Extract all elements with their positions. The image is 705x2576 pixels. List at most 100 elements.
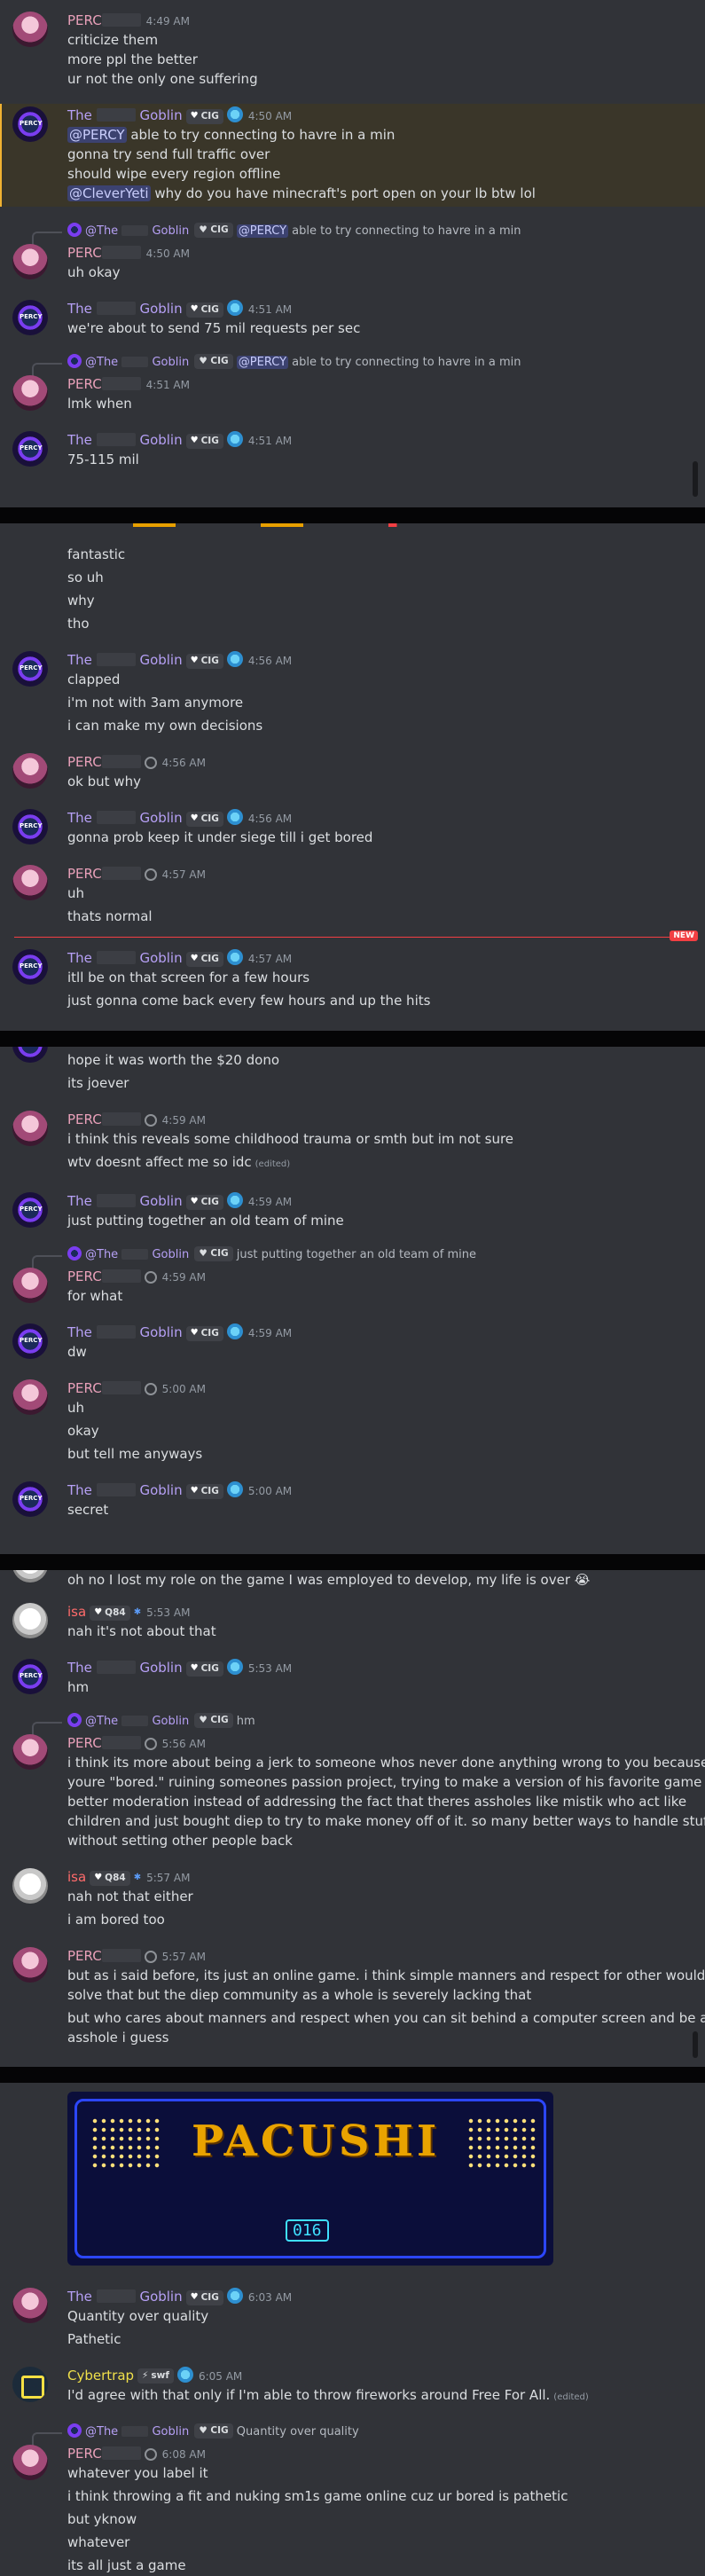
badge-icon[interactable] [226,431,243,447]
avatar[interactable] [12,1947,48,1983]
chat-panel-3[interactable]: hope it was worth the $20 dono its joeve… [0,1047,705,1554]
message-text: so uh [67,569,104,585]
avatar[interactable] [12,1481,48,1517]
guild-tag[interactable]: ♥ CIG [185,433,223,449]
message-text: okay [67,1423,99,1439]
guild-tag[interactable]: ♥ CIG [185,811,223,827]
message-text: we're about to send 75 mil requests per … [67,320,361,336]
guild-tag[interactable]: ♥ CIG [185,2289,223,2305]
badge-icon[interactable] [226,949,243,965]
avatar[interactable] [12,106,48,142]
chat-panel-5[interactable]: PACUSHI 016 The Goblin ♥ CIG 6:03 AM Quanti… [0,2083,705,2576]
message-group: PERC 4:56 AM ok but why [0,750,705,791]
badge-icon[interactable] [226,300,243,316]
username[interactable]: PERC [67,12,141,28]
avatar[interactable] [12,2288,48,2323]
guild-tag[interactable]: ♥ CIG [185,653,223,669]
avatar[interactable] [12,300,48,335]
avatar[interactable] [12,244,48,279]
username[interactable]: PERC [67,754,141,770]
username[interactable]: PERC [67,1735,141,1751]
chat-panel-2[interactable]: fantastic so uh why tho The Goblin♥CIG4:… [0,523,705,1031]
avatar[interactable] [12,865,48,900]
reply-preview[interactable]: @The Goblin ♥ CIG just putting together … [0,1245,705,1269]
message-group: The Goblin♥CIG 4:56 AM gonna prob keep it… [0,806,705,847]
reply-preview[interactable]: @The Goblin ♥ CIG @PERCY able to try con… [0,222,705,246]
badge-icon[interactable] [226,1659,243,1675]
username[interactable]: PERC [67,2446,141,2462]
reply-preview[interactable]: @The Goblin ♥ CIG @PERCY able to try con… [0,353,705,377]
avatar[interactable] [12,949,48,985]
guild-tag[interactable]: ♥ CIG [185,108,223,124]
mention[interactable]: @CleverYeti [67,185,151,201]
username[interactable]: PERC [67,1268,141,1284]
message-text: but who cares about manners and respect … [67,2010,705,2026]
guild-tag[interactable]: ♥ Q84 [90,1870,130,1886]
username[interactable]: PERC [67,1111,141,1127]
guild-tag[interactable]: ♥ CIG [185,1661,223,1677]
avatar[interactable] [12,375,48,411]
avatar[interactable] [12,1603,48,1638]
guild-tag[interactable]: ♥ CIG [185,951,223,967]
avatar[interactable] [12,431,48,467]
username[interactable]: PERC [67,245,141,261]
message-group: The Goblin♥CIG 4:59 AM dw [0,1321,705,1362]
username[interactable]: The Goblin [67,301,183,317]
avatar[interactable] [12,1379,48,1415]
username[interactable]: The Goblin [67,2289,183,2305]
username[interactable]: The Goblin [67,1193,183,1209]
avatar[interactable] [12,2445,48,2480]
username[interactable]: PERC [67,376,141,392]
avatar[interactable] [12,651,48,687]
badge-icon[interactable] [226,809,243,825]
avatar[interactable] [12,1734,48,1770]
badge-icon[interactable] [176,2367,193,2383]
username[interactable]: PERC [67,866,141,882]
username[interactable]: The Goblin [67,1324,183,1340]
guild-tag[interactable]: ♥ CIG [185,1483,223,1499]
avatar[interactable] [12,1323,48,1359]
badge-icon[interactable] [226,651,243,667]
avatar[interactable] [12,809,48,844]
username[interactable]: The Goblin [67,432,183,448]
reply-preview[interactable]: @The Goblin ♥ CIG Quantity over quality [0,2423,705,2446]
badge-icon[interactable] [226,2288,243,2304]
username[interactable]: PERC [67,1948,141,1964]
guild-tag[interactable]: ♥ CIG [185,1194,223,1210]
message-group: fantastic so uh why tho [0,523,705,633]
guild-tag[interactable]: ⚡ swf [137,2368,174,2384]
username[interactable]: The Goblin [67,652,183,668]
avatar[interactable] [12,12,48,47]
username[interactable]: isa [67,1869,86,1885]
username[interactable]: Cybertrap [67,2368,134,2384]
badge-icon[interactable] [226,106,243,122]
scrollbar[interactable] [693,2031,698,2058]
game-screenshot-image[interactable]: PACUSHI 016 [67,2092,553,2266]
chat-panel-1[interactable]: PERC 4:49 AM criticize them more ppl the … [0,0,705,507]
chat-panel-4[interactable]: oh no I lost my role on the game I was e… [0,1570,705,2067]
badge-icon[interactable] [226,1323,243,1339]
avatar[interactable] [12,1192,48,1228]
badge-icon[interactable] [226,1481,243,1497]
username[interactable]: PERC [67,1380,141,1396]
guild-tag[interactable]: ♥ Q84 [90,1605,130,1621]
avatar[interactable] [12,753,48,789]
avatar[interactable] [12,1111,48,1146]
badge-icon[interactable] [226,1192,243,1208]
guild-tag[interactable]: ♥ CIG [185,1325,223,1341]
avatar[interactable] [12,1868,48,1904]
reply-preview[interactable]: @The Goblin ♥ CIG hm [0,1712,705,1736]
avatar[interactable] [12,1659,48,1694]
username[interactable]: The Goblin [67,1482,183,1498]
avatar[interactable] [12,1268,48,1303]
scrollbar[interactable] [693,461,698,497]
username[interactable]: The Goblin [67,107,183,123]
username[interactable]: The Goblin [67,810,183,826]
username[interactable]: The Goblin [67,950,183,966]
mention[interactable]: @PERCY [67,127,127,143]
avatar[interactable] [12,2367,48,2402]
username[interactable]: isa [67,1604,86,1620]
message-group: The Goblin♥CIG 4:51 AM 75-115 mil [0,428,705,469]
guild-tag[interactable]: ♥ CIG [185,302,223,318]
username[interactable]: The Goblin [67,1660,183,1676]
